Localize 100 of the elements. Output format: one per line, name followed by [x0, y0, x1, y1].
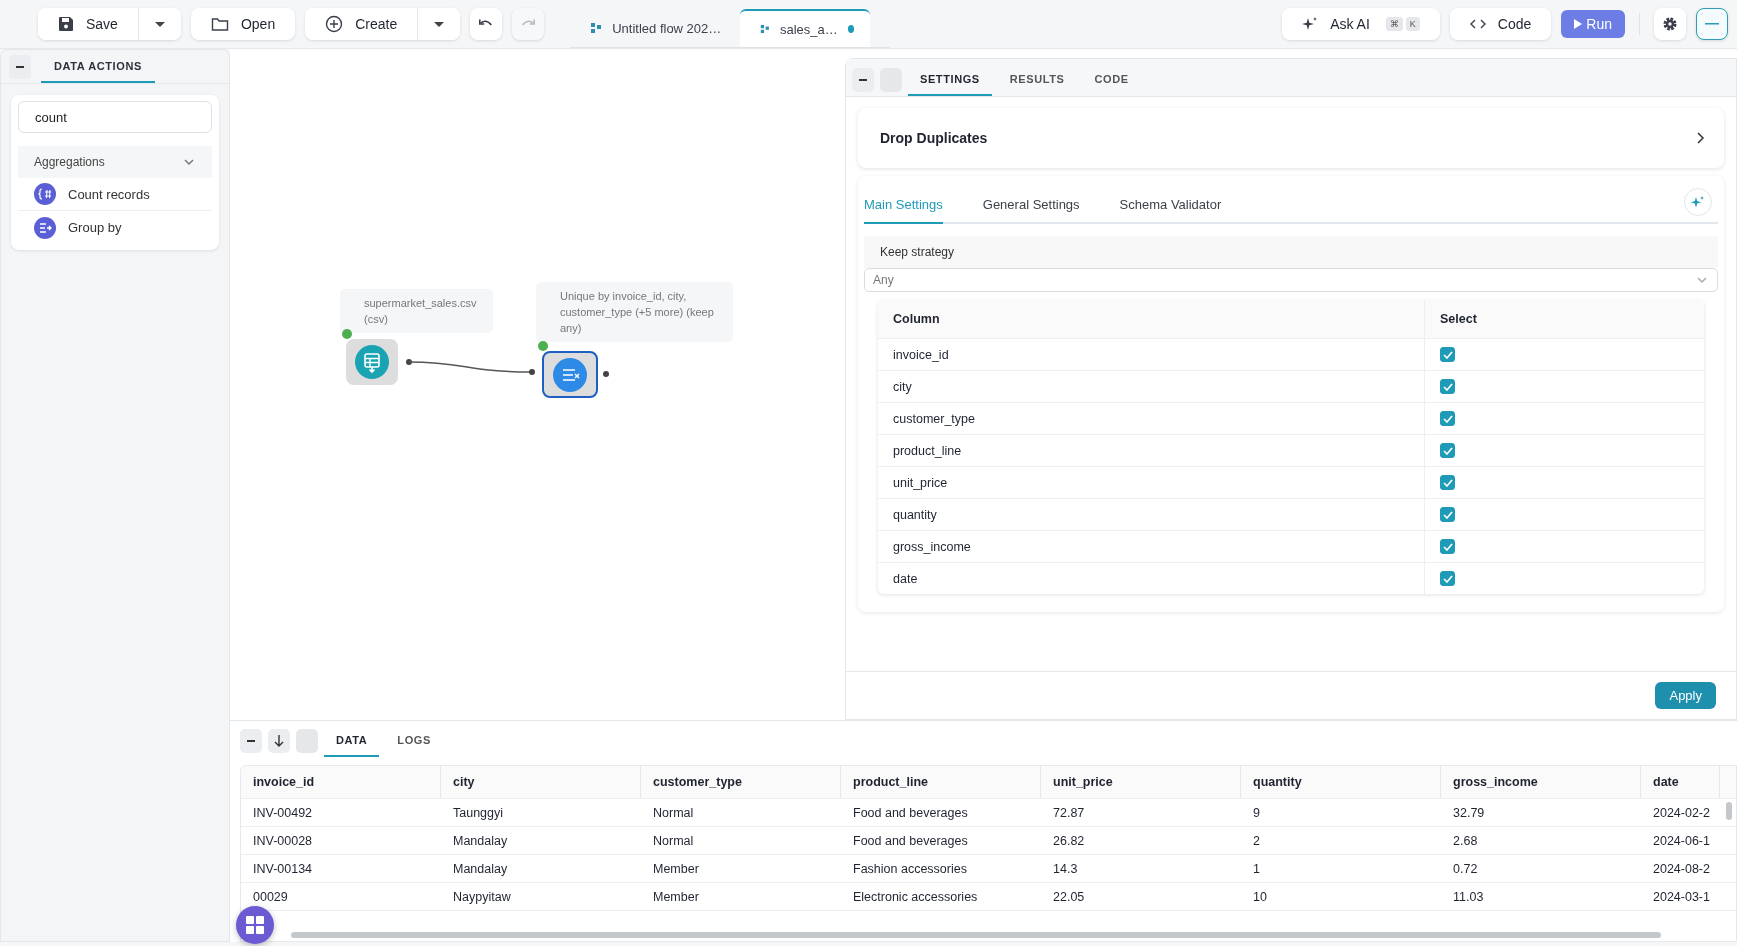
table-cell-text: 0.72	[1452, 860, 1479, 878]
minimize-button[interactable]	[1696, 8, 1728, 40]
table-cell-text: INV-00134	[252, 860, 314, 878]
collapse-button[interactable]	[240, 729, 262, 753]
table-cell: invoice_id	[878, 339, 1425, 370]
table-cell: date	[878, 563, 1425, 594]
table-cell-text: 00029	[252, 888, 289, 906]
table-cell-text: 2024-06-1	[1652, 832, 1711, 850]
group-header[interactable]: Aggregations	[18, 146, 212, 178]
table-cell-text: 11.03	[1452, 888, 1485, 906]
node-label: supermarket_sales.csv (csv)	[340, 289, 493, 333]
table-cell-text: Normal	[652, 804, 695, 822]
table-cell-text: INV-00492	[252, 804, 314, 822]
keep-strategy-select[interactable]: Any	[864, 268, 1718, 292]
minus-icon	[1705, 23, 1719, 25]
column-header: unit_price	[1041, 766, 1241, 798]
table-cell: quantity	[878, 499, 1425, 530]
table-cell-text: Mandalay	[452, 832, 509, 850]
plus-circle-icon	[325, 15, 344, 33]
table-cell-text: Food and beverages	[852, 804, 969, 822]
search-field[interactable]: count	[18, 101, 212, 133]
checkbox[interactable]	[1440, 539, 1455, 554]
open-button[interactable]: Open	[190, 8, 296, 40]
panel-tab[interactable]: RESULTS	[997, 73, 1077, 96]
column-header: Select	[1439, 311, 1478, 328]
collapse-button[interactable]	[852, 68, 874, 92]
checkbox[interactable]	[1440, 443, 1455, 458]
checkbox[interactable]	[1440, 379, 1455, 394]
panel-tab[interactable]: SETTINGS	[908, 73, 992, 96]
checkbox[interactable]	[1440, 347, 1455, 362]
dropdown-button[interactable]	[137, 8, 181, 40]
panel-tab[interactable]: DATA ACTIONS	[41, 60, 155, 83]
table-cell-text: 2.68	[1452, 832, 1479, 850]
column-header: gross_income	[1441, 766, 1641, 798]
table-cell-text: 9	[1252, 804, 1261, 822]
table-cell-text: Mandalay	[452, 860, 509, 878]
panel-tab[interactable]: DATA	[324, 734, 380, 757]
checkbox[interactable]	[1440, 411, 1455, 426]
table-cell-text: 2024-03-1	[1652, 888, 1711, 906]
shortcut-key: K	[1405, 17, 1420, 31]
run-button[interactable]: Run	[1561, 10, 1625, 38]
code-button[interactable]: Code	[1449, 8, 1552, 40]
column-header: date	[1641, 766, 1720, 798]
panel-tab[interactable]: CODE	[1082, 73, 1141, 96]
chevron-right-icon	[1696, 131, 1706, 145]
section-tab[interactable]: General Settings	[982, 197, 1080, 224]
panel-tab[interactable]: LOGS	[385, 734, 443, 757]
node-label: Unique by invoice_id, city, customer_type (+5 more) (keep any)	[536, 282, 733, 342]
column-header: Column	[878, 300, 1425, 338]
grid-icon	[246, 916, 264, 934]
checkbox[interactable]	[1440, 507, 1455, 522]
column-header: invoice_id	[241, 766, 441, 798]
file-tab[interactable]: Untitled flow 202…	[570, 9, 741, 47]
scrollbar[interactable]	[291, 932, 1661, 938]
table-cell-text: Food and beverages	[852, 832, 969, 850]
checkbox[interactable]	[1440, 571, 1455, 586]
table-cell-text: Member	[652, 888, 700, 906]
undo-button[interactable]	[470, 8, 503, 40]
table-cell: customer_type	[878, 403, 1425, 434]
play-icon	[1574, 19, 1583, 29]
shortcut-key: ⌘	[1385, 17, 1403, 31]
flow-icon	[590, 22, 603, 34]
table-cell-text: 10	[1252, 888, 1268, 906]
flow-icon	[760, 23, 770, 35]
scrollbar[interactable]	[1726, 802, 1732, 820]
section-tab[interactable]: Schema Validator	[1119, 197, 1222, 224]
ask-ai-button[interactable]: Ask AI ⌘ K	[1282, 8, 1440, 40]
table-cell-text: Taunggyi	[452, 804, 505, 822]
output-handle	[603, 371, 609, 377]
dock-down-button[interactable]	[268, 729, 290, 753]
table-cell: product_line	[878, 435, 1425, 466]
hash-list-icon	[34, 183, 56, 205]
table-cell-text: Member	[652, 860, 700, 878]
table-cell-text: 32.79	[1452, 804, 1486, 822]
table-cell-text: 2	[1252, 832, 1261, 850]
action-item[interactable]: Group by	[18, 211, 212, 244]
code-icon	[1469, 18, 1486, 30]
status-dot	[538, 341, 548, 351]
settings-button[interactable]	[1654, 8, 1686, 40]
table-cell-text: Fashion accessories	[852, 860, 968, 878]
flow-node[interactable]	[542, 351, 598, 398]
unsaved-dot	[847, 25, 855, 33]
table-cell-text: 26.82	[1052, 832, 1086, 850]
flow-node[interactable]	[346, 339, 398, 385]
lines-x-icon	[553, 357, 587, 392]
column-header: product_line	[841, 766, 1041, 798]
field-label: Keep strategy	[864, 236, 1718, 268]
checkbox[interactable]	[1440, 475, 1455, 490]
minus-icon	[859, 79, 867, 81]
file-tab[interactable]: sales_a…	[740, 9, 871, 47]
apply-button[interactable]: Apply	[1655, 682, 1716, 709]
table-cell: gross_income	[878, 531, 1425, 562]
column-header: quantity	[1241, 766, 1441, 798]
collapse-button[interactable]	[9, 55, 31, 79]
table-cell-text: INV-00028	[252, 832, 314, 850]
node-title-card[interactable]: Drop Duplicates	[858, 108, 1724, 168]
dropdown-button[interactable]	[417, 8, 461, 40]
table-cell: city	[878, 371, 1425, 402]
action-item[interactable]: Count records	[18, 178, 212, 211]
table-download-icon	[355, 345, 389, 379]
